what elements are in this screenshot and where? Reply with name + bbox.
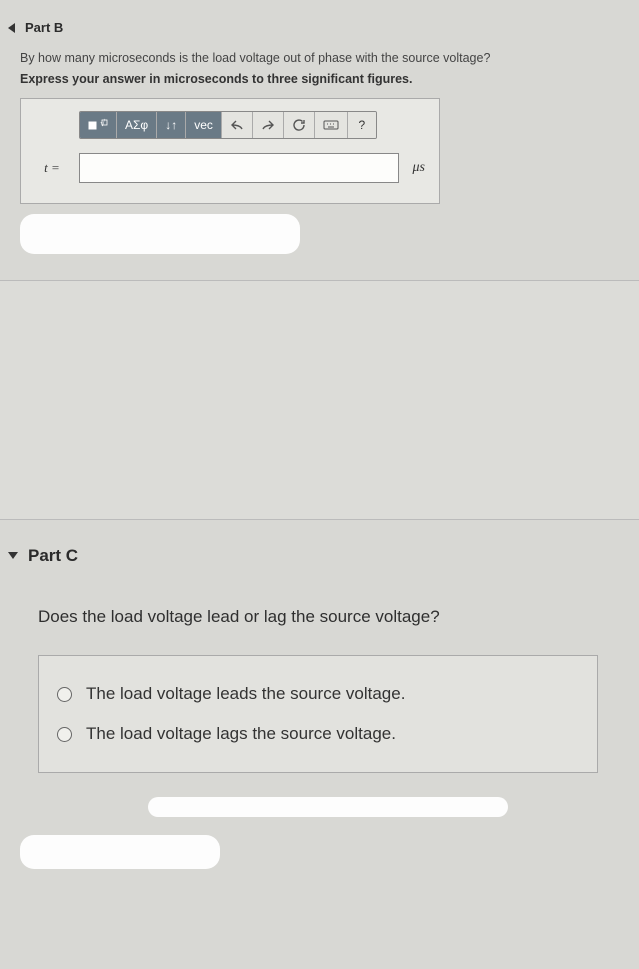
- redacted-area: [20, 214, 300, 254]
- spacer: [0, 280, 639, 520]
- svg-text:√: √: [100, 118, 105, 128]
- answer-input[interactable]: [79, 153, 399, 183]
- symbols-button[interactable]: ΑΣφ: [117, 112, 157, 138]
- radio-icon: [57, 727, 72, 742]
- choice-box: The load voltage leads the source voltag…: [38, 655, 598, 773]
- redacted-area: [148, 797, 508, 817]
- keyboard-button[interactable]: [315, 112, 348, 138]
- part-c-header[interactable]: Part C: [8, 538, 617, 574]
- reset-button[interactable]: [284, 112, 315, 138]
- subsup-button[interactable]: ↓↑: [157, 112, 186, 138]
- equation-toolbar: √ ΑΣφ ↓↑ vec ?: [79, 111, 377, 139]
- unit-label: μs: [413, 160, 425, 176]
- variable-label: t =: [35, 160, 69, 176]
- answer-box: √ ΑΣφ ↓↑ vec ? t = μs: [20, 98, 440, 204]
- part-c-title: Part C: [28, 546, 78, 566]
- part-c-question: Does the load voltage lead or lag the so…: [38, 604, 617, 630]
- part-b-title: Part B: [25, 20, 63, 35]
- collapse-icon: [8, 23, 15, 33]
- choice-label: The load voltage leads the source voltag…: [86, 684, 405, 704]
- collapse-icon: [8, 552, 18, 559]
- part-b-header[interactable]: Part B: [8, 12, 621, 43]
- undo-button[interactable]: [222, 112, 253, 138]
- radio-icon: [57, 687, 72, 702]
- template-button[interactable]: √: [80, 112, 117, 138]
- help-button[interactable]: ?: [348, 112, 376, 138]
- input-row: t = μs: [35, 153, 425, 183]
- part-c-section: Part C Does the load voltage lead or lag…: [0, 520, 639, 870]
- redacted-area: [20, 835, 220, 869]
- choice-lead[interactable]: The load voltage leads the source voltag…: [53, 674, 583, 714]
- choice-label: The load voltage lags the source voltage…: [86, 724, 396, 744]
- part-b-section: Part B By how many microseconds is the l…: [0, 0, 639, 266]
- redo-button[interactable]: [253, 112, 284, 138]
- vec-button[interactable]: vec: [186, 112, 222, 138]
- part-b-question: By how many microseconds is the load vol…: [20, 49, 621, 68]
- part-b-instruction: Express your answer in microseconds to t…: [20, 72, 621, 86]
- choice-lag[interactable]: The load voltage lags the source voltage…: [53, 714, 583, 754]
